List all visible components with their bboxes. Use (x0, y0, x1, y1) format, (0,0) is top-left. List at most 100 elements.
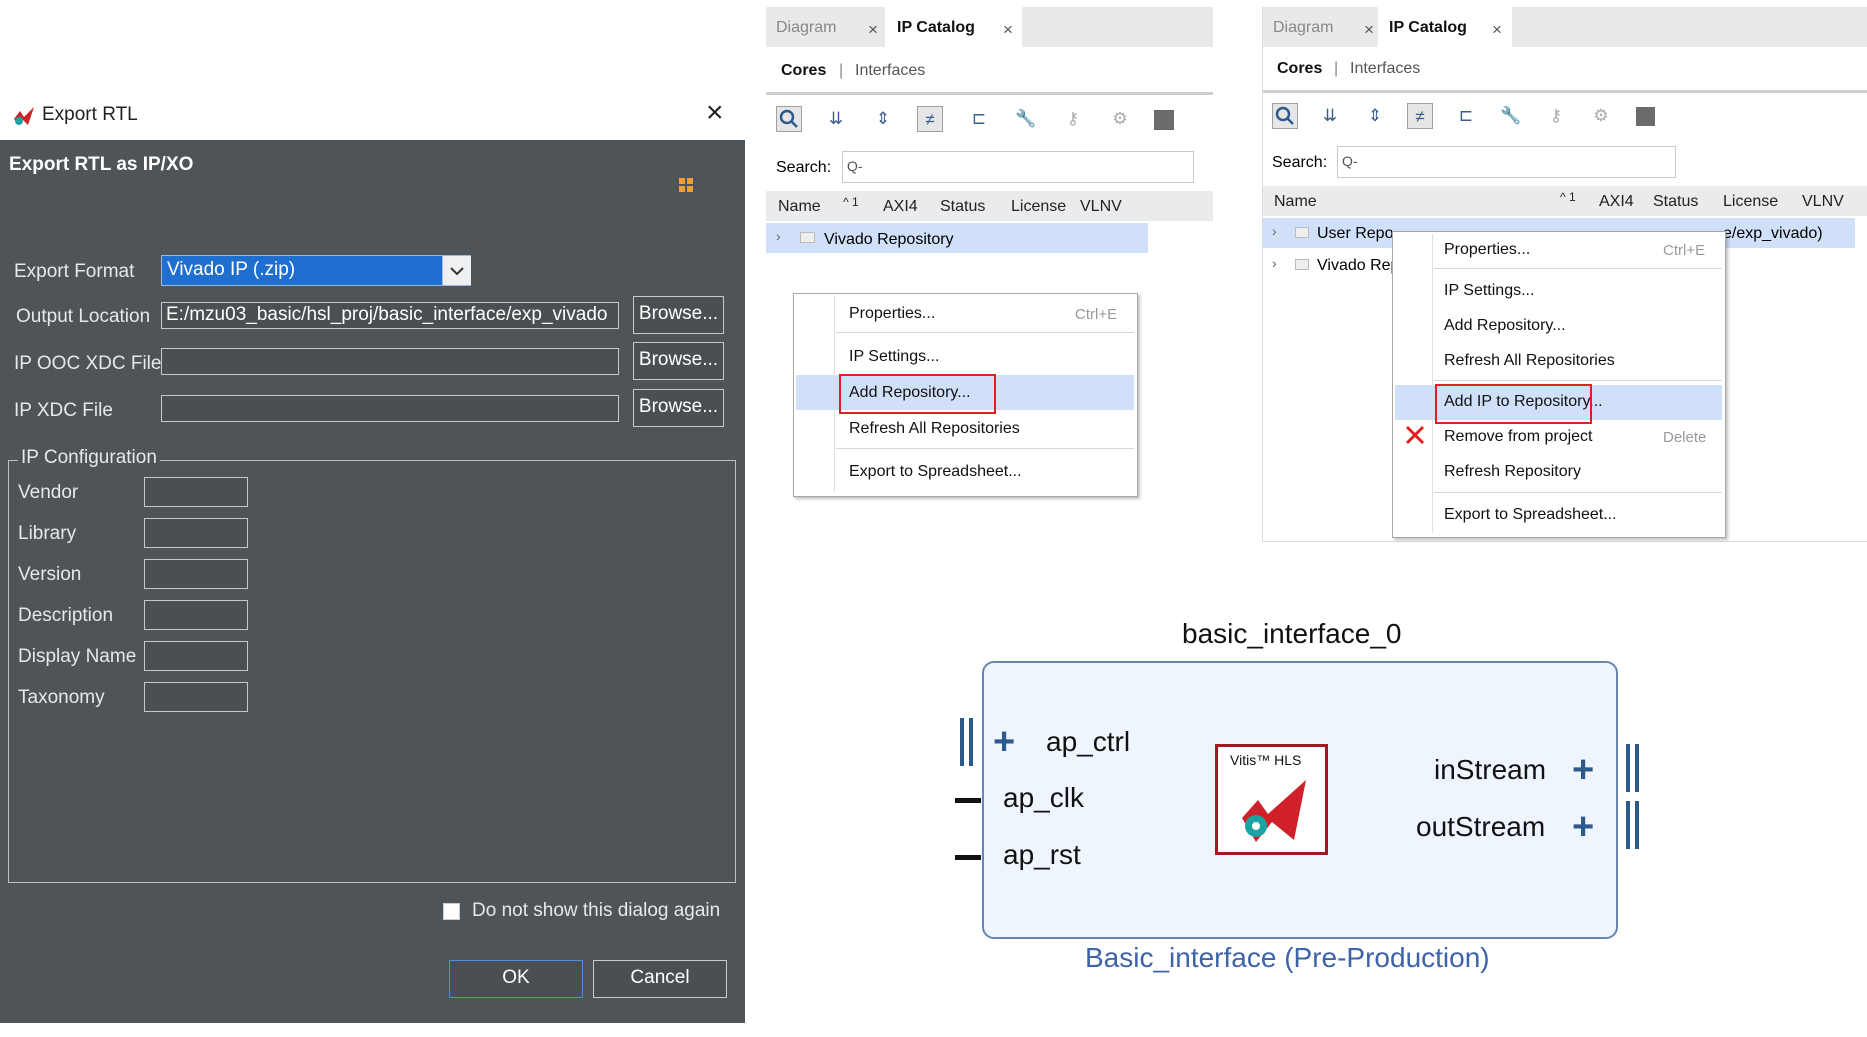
stop-icon[interactable] (1154, 110, 1174, 130)
menu-remove-shortcut: Delete (1663, 429, 1707, 446)
taxonomy-input[interactable] (144, 682, 248, 712)
menu-refresh-all[interactable]: Refresh All Repositories (1444, 352, 1615, 370)
col-vlnv[interactable]: VLNV (1080, 198, 1122, 216)
library-input[interactable] (144, 518, 248, 548)
menu-separator (1434, 492, 1722, 493)
col-license[interactable]: License (1723, 193, 1778, 211)
plus-icon[interactable]: + (1572, 751, 1594, 789)
tab-diagram[interactable]: Diagram (776, 19, 836, 37)
plus-icon[interactable]: + (993, 723, 1015, 761)
tab-diagram[interactable]: Diagram (1273, 19, 1333, 37)
menu-export-spreadsheet[interactable]: Export to Spreadsheet... (849, 463, 1022, 481)
stop-icon[interactable] (1636, 107, 1655, 126)
menu-properties[interactable]: Properties... (1444, 241, 1530, 259)
tab-diagram-close-icon[interactable]: × (1364, 20, 1374, 40)
dont-show-checkbox[interactable] (443, 903, 460, 920)
version-input[interactable] (144, 559, 248, 589)
vendor-input[interactable] (144, 477, 248, 507)
port-ap-rst: ap_rst (1003, 839, 1081, 870)
ip-caption: Basic_interface (Pre-Production) (1085, 942, 1490, 973)
description-input[interactable] (144, 600, 248, 630)
collapse-all-icon[interactable]: ⇊ (823, 106, 849, 132)
menu-ip-settings[interactable]: IP Settings... (849, 348, 939, 366)
catalog-right-tabs-bar (1263, 7, 1867, 47)
col-name[interactable]: Name (778, 198, 821, 216)
menu-refresh-all[interactable]: Refresh All Repositories (849, 420, 1020, 438)
tab-ip-catalog-close-icon[interactable]: × (1492, 20, 1502, 40)
plus-icon[interactable]: + (1572, 808, 1594, 846)
col-status[interactable]: Status (1653, 193, 1698, 211)
display-name-input[interactable] (144, 641, 248, 671)
subtab-cores[interactable]: Cores (1277, 60, 1322, 78)
subtab-cores[interactable]: Cores (781, 62, 826, 80)
column-header (766, 191, 1213, 221)
col-status[interactable]: Status (940, 198, 985, 216)
tab-ip-catalog[interactable]: IP Catalog (897, 19, 975, 37)
ip-ooc-xdc-label: IP OOC XDC File (14, 353, 162, 374)
vitis-logo-icon (14, 107, 34, 125)
port-ap-ctrl: ap_ctrl (1046, 726, 1131, 757)
grid-icon[interactable] (679, 178, 693, 192)
ok-button[interactable]: OK (449, 960, 583, 998)
filter-icon[interactable]: ≠ (1407, 103, 1433, 129)
menu-properties[interactable]: Properties... (849, 305, 935, 323)
ip-ooc-xdc-input[interactable] (161, 348, 619, 375)
gear-icon[interactable]: ⚙ (1107, 106, 1133, 132)
red-x-icon (1404, 424, 1426, 451)
search-icon[interactable] (776, 106, 802, 132)
output-location-input[interactable]: E:/mzu03_basic/hsl_proj/basic_interface/… (161, 302, 619, 329)
expand-all-icon[interactable]: ⇕ (870, 106, 896, 132)
tab-diagram-close-icon[interactable]: × (868, 20, 878, 40)
expand-chevron-icon[interactable]: › (1272, 255, 1277, 271)
col-axi4[interactable]: AXI4 (883, 198, 918, 216)
collapse-all-icon[interactable]: ⇊ (1317, 103, 1343, 129)
bus-icon (1626, 801, 1630, 849)
ip-ooc-xdc-browse-button[interactable]: Browse... (633, 342, 724, 380)
folder-icon (1295, 259, 1309, 270)
port-outstream: outStream (1416, 811, 1546, 842)
menu-properties-shortcut: Ctrl+E (1663, 242, 1706, 259)
export-format-select[interactable]: Vivado IP (.zip) (161, 255, 471, 286)
col-name[interactable]: Name (1274, 193, 1317, 211)
output-location-browse-button[interactable]: Browse... (633, 296, 724, 334)
chevron-down-icon[interactable] (442, 256, 471, 285)
ip-configuration-legend: IP Configuration (18, 447, 160, 469)
instance-name: basic_interface_0 (1182, 618, 1402, 649)
menu-remove-from-project[interactable]: Remove from project (1444, 428, 1593, 446)
gear-icon[interactable]: ⚙ (1588, 103, 1614, 129)
expand-chevron-icon[interactable]: › (776, 228, 781, 244)
row-vivado-repository: Vivado Repository (824, 231, 954, 248)
ip-xdc-browse-button[interactable]: Browse... (633, 389, 724, 427)
close-icon[interactable]: × (706, 98, 724, 128)
col-license[interactable]: License (1011, 198, 1066, 216)
key-icon[interactable]: ⚷ (1543, 103, 1569, 129)
port-instream: inStream (1434, 754, 1547, 785)
search-input[interactable]: Q- (1337, 146, 1676, 178)
hierarchy-icon[interactable]: ⊏ (1453, 103, 1479, 129)
output-location-label: Output Location (16, 306, 151, 327)
col-vlnv[interactable]: VLNV (1802, 193, 1844, 211)
search-input[interactable]: Q- (842, 151, 1194, 183)
cancel-button[interactable]: Cancel (593, 960, 727, 998)
menu-export-spreadsheet[interactable]: Export to Spreadsheet... (1444, 506, 1617, 524)
search-label: Search: (776, 159, 832, 176)
subtab-interfaces[interactable]: Interfaces (1350, 60, 1420, 78)
subtab-interfaces[interactable]: Interfaces (855, 62, 925, 80)
ip-xdc-input[interactable] (161, 395, 619, 422)
subtab-separator: | (1334, 60, 1339, 77)
search-icon[interactable] (1272, 103, 1298, 129)
key-icon[interactable]: ⚷ (1060, 106, 1086, 132)
menu-add-repository[interactable]: Add Repository... (1444, 317, 1566, 335)
expand-all-icon[interactable]: ⇕ (1362, 103, 1388, 129)
tab-ip-catalog-close-icon[interactable]: × (1003, 20, 1013, 40)
wrench-icon[interactable]: 🔧 (1498, 103, 1524, 129)
menu-ip-settings[interactable]: IP Settings... (1444, 282, 1534, 300)
wrench-icon[interactable]: 🔧 (1013, 106, 1039, 132)
expand-chevron-icon[interactable]: › (1272, 223, 1277, 239)
filter-icon[interactable]: ≠ (917, 106, 943, 132)
tab-ip-catalog[interactable]: IP Catalog (1389, 19, 1467, 37)
hierarchy-icon[interactable]: ⊏ (966, 106, 992, 132)
dialog-header: Export RTL as IP/XO (9, 154, 194, 175)
menu-refresh-repository[interactable]: Refresh Repository (1444, 463, 1581, 481)
col-axi4[interactable]: AXI4 (1599, 193, 1634, 211)
